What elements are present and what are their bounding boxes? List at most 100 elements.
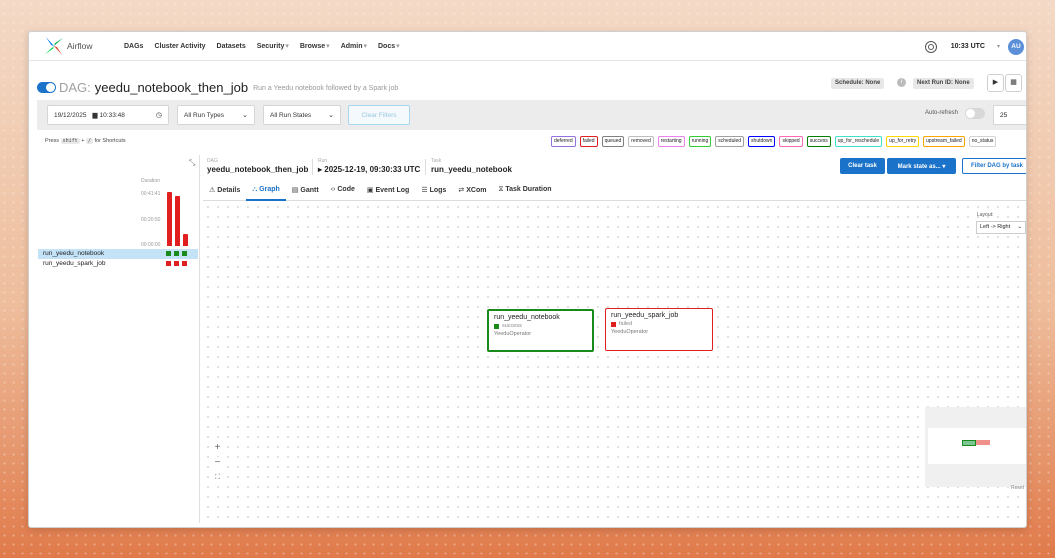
state-legend: deferred failed queued removed restarting run… [551,136,997,147]
tab-label: Graph [259,186,280,193]
legend-item[interactable]: up_for_retry [886,136,920,147]
nav-datasets[interactable]: Datasets [217,43,246,50]
parse-dag-button[interactable]: ▦ [1005,74,1022,92]
tab-icon: ⧖ [498,186,504,193]
filter-dag-button[interactable]: Filter DAG by task [962,158,1026,174]
info-icon[interactable]: i [897,78,906,87]
nav-admin[interactable]: Admin▾ [341,42,367,50]
legend-item[interactable]: up_for_reschedule [834,136,883,147]
zoom-out-button[interactable]: − [211,457,224,470]
run-duration-bar[interactable] [167,192,172,246]
mark-state-button[interactable]: Mark state as... ▾ [887,158,956,174]
dag-crumb[interactable]: yeedu_notebook_then_job [207,165,308,174]
legend-item[interactable]: restarting [657,136,685,147]
filter-bar: 19/12/2025 ▆ 10:33:48 ◷ All Run Types ⌄ … [37,100,1026,130]
dag-pause-toggle[interactable] [37,81,56,93]
schedule-badge: Schedule: None [831,78,885,89]
tab-logs[interactable]: ☰ Logs [415,181,452,201]
avatar[interactable]: AU [1008,38,1024,55]
run-crumb[interactable]: ▸ 2025-12-19, 09:30:33 UTC [318,165,420,174]
legend-item[interactable]: running [688,136,712,147]
task-instance-cell[interactable] [182,261,187,266]
run-types-select[interactable]: All Run Types ⌄ [177,105,255,125]
chevron-down-icon: ⌄ [1017,224,1022,230]
legend-item[interactable]: upstream_failed [923,136,965,147]
tab-details[interactable]: ⚠ Details [203,181,246,201]
node-name: run_yeedu_notebook [494,314,560,321]
nav-dags[interactable]: DAGs [124,43,143,50]
auto-refresh-toggle[interactable] [965,108,985,119]
graph-canvas[interactable]: Layout: Left -> Right ⌄ run_yeedu_notebo… [203,202,1026,523]
legend-item[interactable]: removed [628,136,654,147]
clear-task-button[interactable]: Clear task [840,158,885,174]
task-crumb[interactable]: run_yeedu_notebook [431,165,512,174]
reset-link[interactable]: Reset [1011,485,1024,491]
legend-item[interactable]: scheduled [715,136,745,147]
tab-icon: ▤ [291,187,299,194]
clock-display[interactable]: 10:33 UTC [951,43,985,50]
task-instance-cell[interactable] [182,251,187,256]
tab-icon: ☰ [421,187,428,194]
tab-icon: ▣ [366,187,374,194]
chevron-down-icon: ⌄ [328,112,334,119]
zoom-in-button[interactable]: + [211,442,224,455]
clock-icon: ◷ [155,112,162,119]
minimap[interactable] [925,407,1026,487]
duration-bars [167,192,197,246]
legend-item[interactable]: no_status [968,136,997,147]
run-duration-bar[interactable] [183,234,188,246]
dag-description: Run a Yeedu notebook followed by a Spark… [253,85,399,92]
airflow-logo[interactable]: Airflow [43,35,113,57]
tab-task-duration[interactable]: ⧖ Task Duration [492,181,557,201]
chevron-down-icon: ⌄ [242,112,248,119]
legend-item[interactable]: deferred [551,136,576,147]
layout-select[interactable]: Left -> Right ⌄ [976,221,1026,234]
tab-code[interactable]: ‹› Code [325,181,361,201]
run-states-value: All Run States [270,111,312,119]
tab-graph[interactable]: ⛬ Graph [246,181,286,201]
fit-view-button[interactable]: ⛶ [211,472,224,485]
run-duration-bar[interactable] [175,196,180,246]
run-states-select[interactable]: All Run States ⌄ [263,105,341,125]
collapse-icon[interactable]: ⤡ [189,158,195,168]
tab-label: Logs [429,187,447,194]
time-value: 10:33:48 [99,111,125,119]
legend-item[interactable]: success [806,136,831,147]
run-crumb-label: Run [318,158,328,164]
nav-cluster-activity[interactable]: Cluster Activity [154,43,205,50]
legend-item[interactable]: shutdown [748,136,776,147]
graph-node[interactable]: run_yeedu_notebook success YeeduOperator [487,309,594,352]
nav-security[interactable]: Security▾ [257,42,289,50]
task-instance-cell[interactable] [166,251,171,256]
node-operator: YeeduOperator [494,331,532,337]
nav-browse[interactable]: Browse▾ [300,42,330,50]
tab-label: XCom [466,187,487,194]
page-size-select[interactable]: 25 ⌄ [993,105,1026,125]
task-instance-cell[interactable] [166,261,171,266]
state-square [494,323,499,329]
node-state: failed [619,321,633,327]
node-name: run_yeedu_spark_job [611,312,679,319]
graph-node[interactable]: run_yeedu_spark_job failed YeeduOperator [605,308,713,351]
clear-filters-button[interactable]: Clear Filters [348,105,410,125]
task-instance-cell[interactable] [174,251,179,256]
tab-label: Details [217,187,241,194]
nav-docs[interactable]: Docs▾ [378,42,400,50]
gear-icon[interactable] [924,40,937,53]
legend-item[interactable]: failed [579,136,598,147]
base-date-input[interactable]: 19/12/2025 ▆ 10:33:48 ◷ [47,105,169,125]
task-crumb-label: Task [431,158,442,164]
trigger-dag-button[interactable]: ▶ [987,74,1004,92]
tab-event-log[interactable]: ▣ Event Log [361,181,415,201]
tab-icon: ⚠ [209,187,216,194]
legend-item[interactable]: queued [601,136,625,147]
task-row[interactable]: run_yeedu_notebook [38,249,198,259]
task-name: run_yeedu_notebook [43,250,105,257]
task-row[interactable]: run_yeedu_spark_job [38,259,198,269]
layout-label: Layout: [977,212,994,218]
tab-gantt[interactable]: ▤ Gantt [286,181,325,201]
tab-xcom[interactable]: ⇄ XCom [452,181,492,201]
legend-item[interactable]: skipped [779,136,803,147]
task-instance-cell[interactable] [174,261,179,266]
calendar-icon: ▆ [92,112,98,119]
